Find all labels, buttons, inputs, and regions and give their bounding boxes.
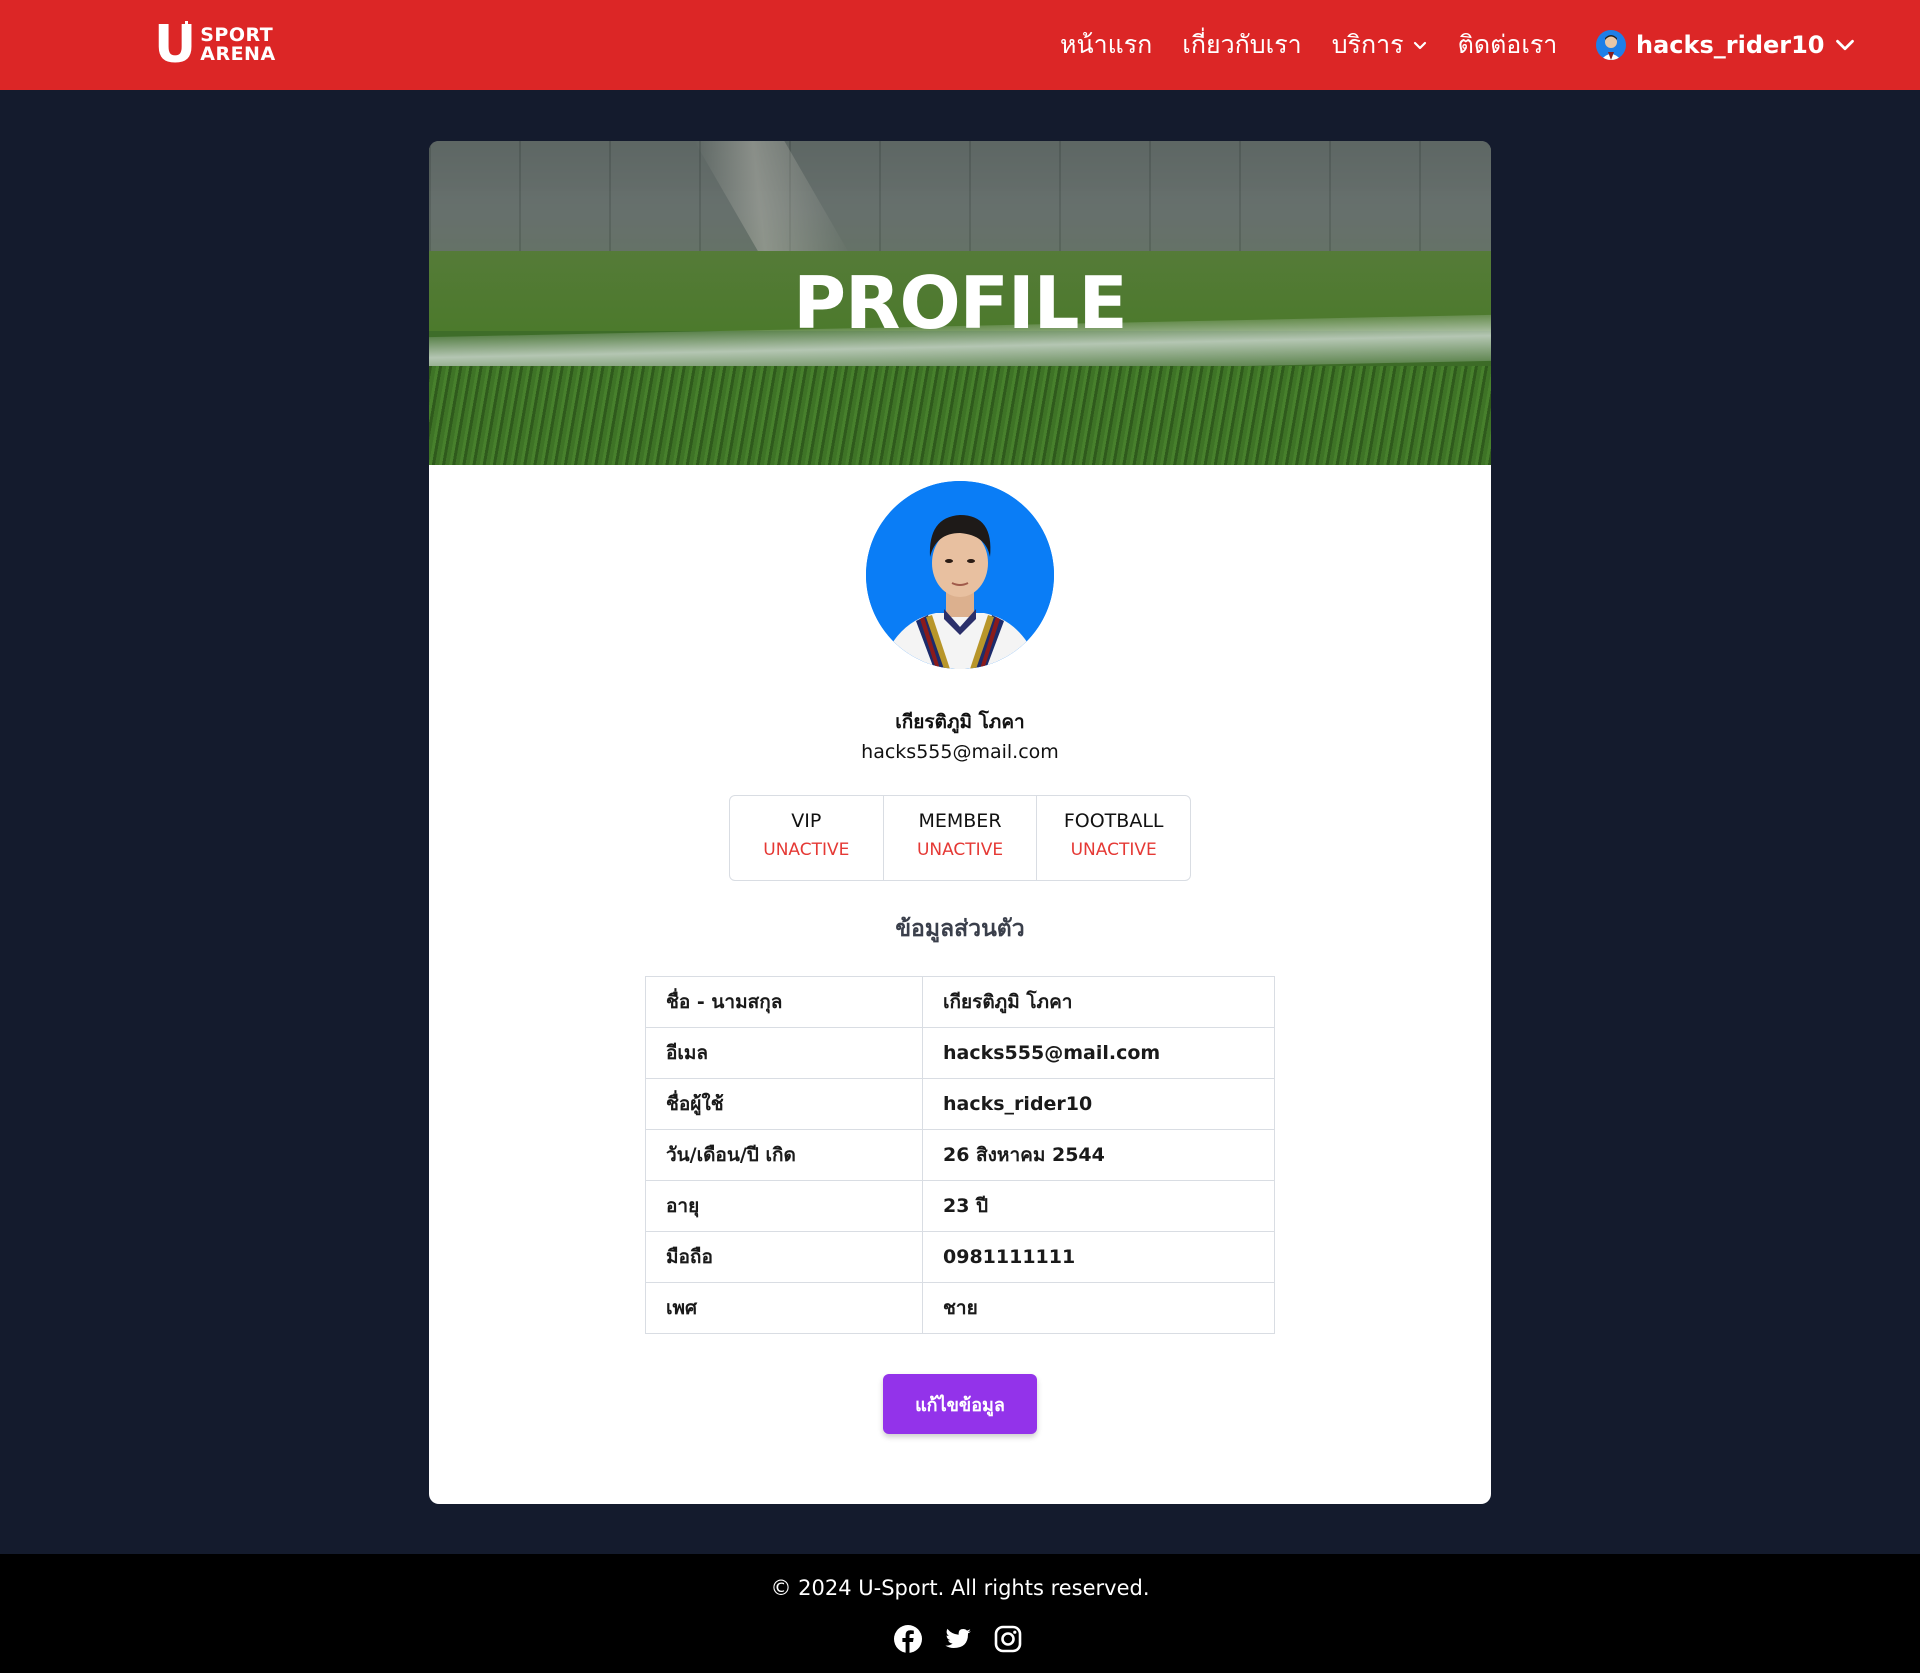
main-nav: หน้าแรก เกี่ยวกับเรา บริการ ติดต่อเรา [1060,0,1557,90]
row-key: เพศ [645,1282,923,1334]
row-value: 23 ปี [922,1180,1275,1232]
chevron-down-icon [1413,41,1426,50]
table-row: ชื่อผู้ใช้ hacks_rider10 [645,1078,1275,1130]
status-label: VIP [791,810,822,832]
profile-avatar [866,481,1054,669]
personal-info-table: ชื่อ - นามสกุล เกียรติภูมิ โภคา อีเมล ha… [645,976,1275,1334]
nav-link-contact[interactable]: ติดต่อเรา [1458,25,1558,65]
row-key: ชื่อผู้ใช้ [645,1078,923,1130]
chevron-down-icon [1835,39,1854,51]
page-title: PROFILE [793,261,1127,345]
row-key: ชื่อ - นามสกุล [645,976,923,1028]
row-key: วัน/เดือน/ปี เกิด [645,1129,923,1181]
table-row: อีเมล hacks555@mail.com [645,1027,1275,1079]
copyright-text: © 2024 U-Sport. All rights reserved. [770,1576,1150,1600]
status-football: FOOTBALL UNACTIVE [1037,796,1190,880]
nav-link-home-label: หน้าแรก [1060,30,1153,59]
edit-profile-button[interactable]: แก้ไขข้อมูล [883,1374,1037,1434]
nav-link-home[interactable]: หน้าแรก [1060,25,1152,65]
row-value: 0981111111 [922,1231,1275,1283]
row-value: 26 สิงหาคม 2544 [922,1129,1275,1181]
status-label: FOOTBALL [1063,810,1164,832]
table-row: มือถือ 0981111111 [645,1231,1275,1283]
social-links [893,1624,1023,1654]
nav-link-services-label: บริการ [1331,30,1404,59]
profile-card: PROFILE เกียรติภูมิ โภคา hacks555@mail.c… [429,141,1491,1504]
profile-full-name: เกียรติภูมิ โภคา [895,711,1025,733]
row-key: มือถือ [645,1231,923,1283]
status-badge: UNACTIVE [1070,840,1157,860]
table-row: เพศ ชาย [645,1282,1275,1334]
twitter-icon[interactable] [943,1624,973,1654]
user-name: hacks_rider10 [1636,31,1825,59]
nav-link-contact-label: ติดต่อเรา [1457,30,1558,59]
table-row: วัน/เดือน/ปี เกิด 26 สิงหาคม 2544 [645,1129,1275,1181]
row-value: hacks555@mail.com [922,1027,1275,1079]
status-badge: UNACTIVE [916,840,1004,860]
site-logo[interactable]: U SPORT ARENA [154,15,276,75]
row-value: hacks_rider10 [922,1078,1275,1130]
status-badge: UNACTIVE [763,840,850,860]
row-value: ชาย [922,1282,1275,1334]
facebook-icon[interactable] [893,1624,923,1654]
nav-link-services[interactable]: บริการ [1332,25,1428,65]
profile-banner: PROFILE [429,141,1491,465]
row-key: อายุ [645,1180,923,1232]
nav-link-about-label: เกี่ยวกับเรา [1182,30,1302,59]
profile-photo [866,481,1054,669]
status-member: MEMBER UNACTIVE [884,796,1038,880]
status-label: MEMBER [918,810,1002,832]
status-vip: VIP UNACTIVE [730,796,884,880]
nav-link-about[interactable]: เกี่ยวกับเรา [1182,25,1301,65]
logo-line-2: ARENA [200,43,276,65]
profile-email: hacks555@mail.com [861,741,1059,763]
footer: © 2024 U-Sport. All rights reserved. [0,1554,1920,1673]
table-row: ชื่อ - นามสกุล เกียรติภูมิ โภคา [645,976,1275,1028]
user-menu[interactable]: hacks_rider10 [1596,28,1855,62]
row-value: เกียรติภูมิ โภคา [922,976,1275,1028]
table-row: อายุ 23 ปี [645,1180,1275,1232]
user-photo-icon [1601,35,1621,60]
membership-status-box: VIP UNACTIVE MEMBER UNACTIVE FOOTBALL UN… [729,795,1191,881]
avatar [1596,30,1626,60]
row-key: อีเมล [645,1027,923,1079]
instagram-icon[interactable] [993,1624,1023,1654]
navbar: U SPORT ARENA หน้าแรก เกี่ยวกับเรา บริกา… [0,0,1920,90]
logo-letter: U [154,15,197,75]
personal-info-title: ข้อมูลส่วนตัว [895,916,1025,942]
logo-text: SPORT ARENA [200,26,275,64]
